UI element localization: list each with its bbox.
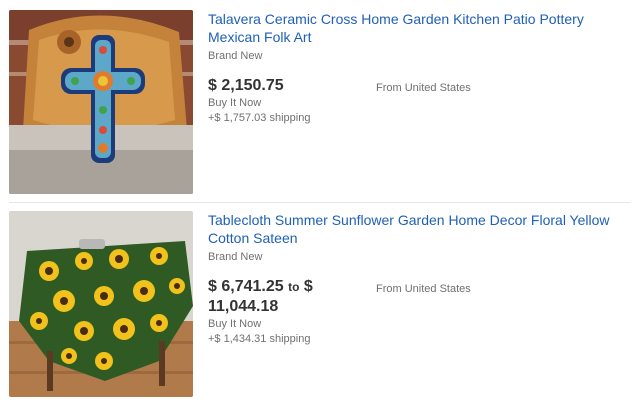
sunflower-tablecloth-image bbox=[9, 211, 193, 397]
listing-item: Talavera Ceramic Cross Home Garden Kitch… bbox=[0, 0, 640, 200]
listing-divider bbox=[9, 202, 630, 203]
listing-image-talavera-cross[interactable] bbox=[9, 10, 193, 194]
talavera-cross-image bbox=[9, 10, 193, 194]
listing-condition: Brand New bbox=[208, 50, 263, 62]
listing-image-sunflower-tablecloth[interactable] bbox=[9, 211, 193, 397]
listing-shipping: +$ 1,434.31 shipping bbox=[208, 333, 311, 345]
listing-location: From United States bbox=[376, 283, 471, 295]
price-range-separator: to bbox=[288, 280, 300, 294]
listing-condition: Brand New bbox=[208, 251, 263, 263]
listing-format: Buy It Now bbox=[208, 318, 262, 330]
listing-title-link[interactable]: Tablecloth Summer Sunflower Garden Home … bbox=[208, 211, 628, 247]
listing-price-range: $ 6,741.25 to $ 11,044.18 bbox=[208, 277, 358, 316]
price-low: $ 6,741.25 bbox=[208, 278, 284, 295]
listing-location: From United States bbox=[376, 82, 471, 94]
listing-title-link[interactable]: Talavera Ceramic Cross Home Garden Kitch… bbox=[208, 10, 628, 46]
listing-price: $ 2,150.75 bbox=[208, 77, 284, 94]
listing-shipping: +$ 1,757.03 shipping bbox=[208, 112, 311, 124]
listing-item: Tablecloth Summer Sunflower Garden Home … bbox=[0, 205, 640, 404]
listing-format: Buy It Now bbox=[208, 97, 262, 109]
